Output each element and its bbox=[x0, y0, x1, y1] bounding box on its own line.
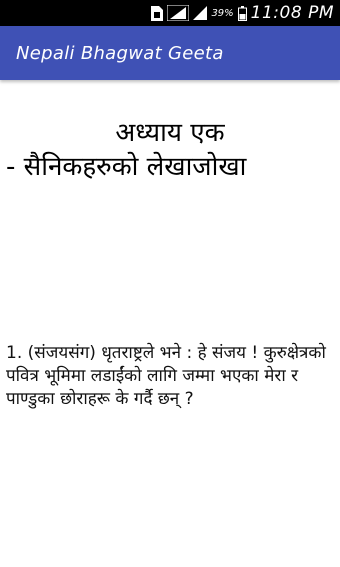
battery-percent: 39% bbox=[211, 7, 234, 19]
chapter-title: अध्याय एक bbox=[115, 118, 225, 148]
app-bar: Nepali Bhagwat Geeta bbox=[0, 26, 340, 80]
app-title: Nepali Bhagwat Geeta bbox=[16, 42, 224, 64]
signal-icon bbox=[193, 6, 208, 20]
chapter-content[interactable]: अध्याय एक - सैनिकहरुको लेखाजोखा 1. (संजय… bbox=[0, 80, 340, 567]
status-bar: 39% 11:08 PM bbox=[0, 0, 340, 26]
chapter-subtitle: - सैनिकहरुको लेखाजोखा bbox=[6, 152, 247, 182]
signal-icon bbox=[167, 5, 190, 21]
sim-card-icon bbox=[151, 5, 164, 21]
clock: 11:08 PM bbox=[250, 3, 334, 23]
battery-icon bbox=[237, 5, 247, 21]
verse-text: 1. (संजयसंग) धृतराष्ट्रले भने : हे संजय … bbox=[6, 343, 326, 409]
